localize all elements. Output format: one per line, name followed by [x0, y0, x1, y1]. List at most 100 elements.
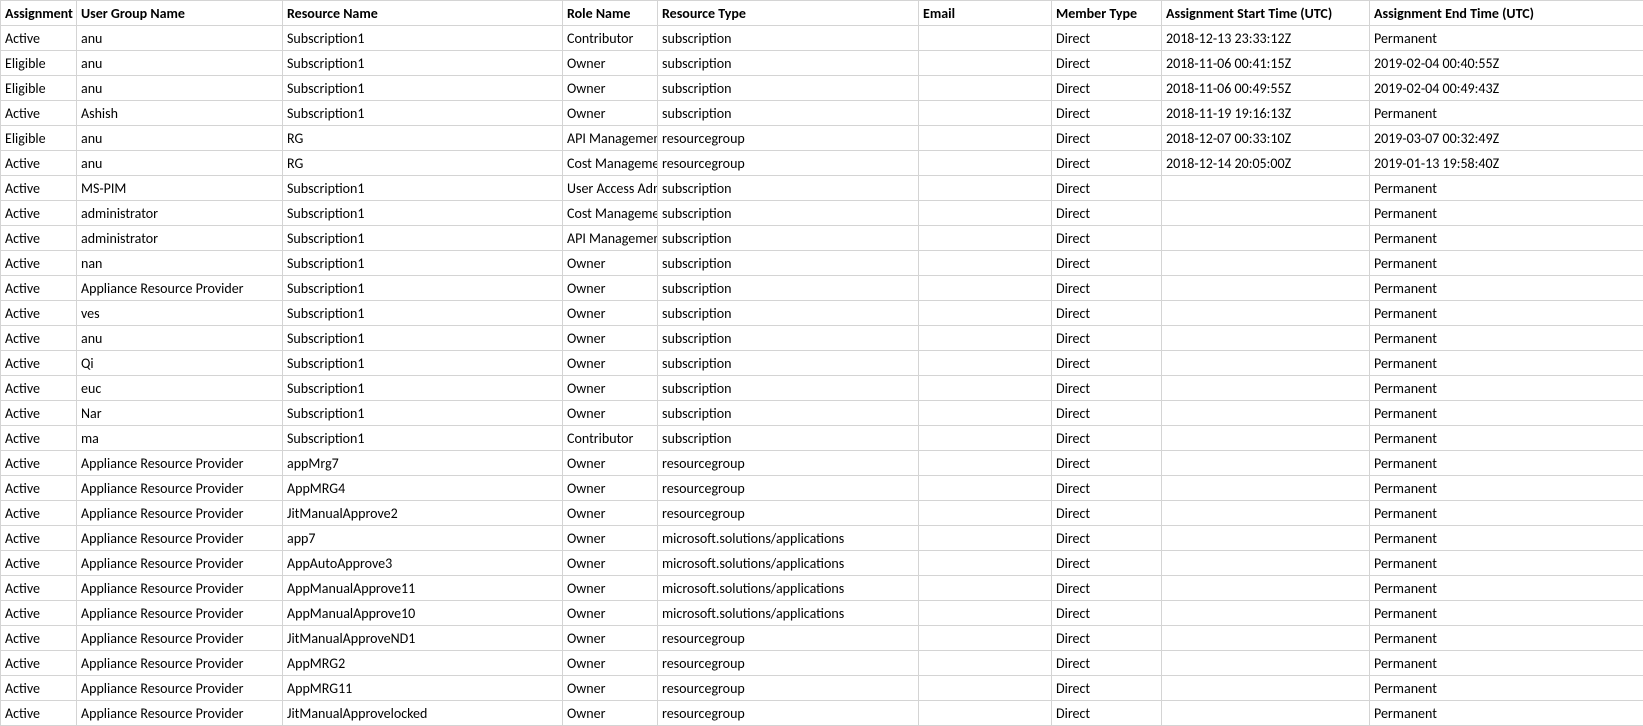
cell-resource[interactable]: Subscription1 [283, 176, 563, 201]
cell-type[interactable]: resourcegroup [658, 151, 919, 176]
cell-resource[interactable]: Subscription1 [283, 426, 563, 451]
cell-email[interactable] [919, 176, 1052, 201]
cell-email[interactable] [919, 451, 1052, 476]
cell-email[interactable] [919, 76, 1052, 101]
cell-resource[interactable]: app7 [283, 526, 563, 551]
cell-user[interactable]: Appliance Resource Provider [77, 451, 283, 476]
col-end-time[interactable]: Assignment End Time (UTC) [1370, 1, 1643, 26]
cell-end[interactable]: Permanent [1370, 326, 1643, 351]
cell-role[interactable]: Owner [563, 626, 658, 651]
cell-role[interactable]: Contributor [563, 426, 658, 451]
cell-member[interactable]: Direct [1052, 651, 1162, 676]
cell-state[interactable]: Active [1, 551, 77, 576]
cell-state[interactable]: Eligible [1, 126, 77, 151]
cell-type[interactable]: subscription [658, 351, 919, 376]
cell-end[interactable]: Permanent [1370, 101, 1643, 126]
cell-start[interactable] [1162, 226, 1370, 251]
cell-start[interactable] [1162, 451, 1370, 476]
cell-state[interactable]: Active [1, 151, 77, 176]
cell-state[interactable]: Active [1, 501, 77, 526]
cell-role[interactable]: Owner [563, 51, 658, 76]
table-row[interactable]: EligibleanuRGAPI Managementresourcegroup… [1, 126, 1643, 151]
cell-user[interactable]: Appliance Resource Provider [77, 601, 283, 626]
col-resource-type[interactable]: Resource Type [658, 1, 919, 26]
cell-member[interactable]: Direct [1052, 351, 1162, 376]
cell-user[interactable]: anu [77, 26, 283, 51]
cell-state[interactable]: Active [1, 326, 77, 351]
cell-start[interactable] [1162, 651, 1370, 676]
cell-state[interactable]: Active [1, 676, 77, 701]
table-row[interactable]: ActiveadministratorSubscription1API Mana… [1, 226, 1643, 251]
cell-state[interactable]: Active [1, 576, 77, 601]
cell-start[interactable]: 2018-11-06 00:41:15Z [1162, 51, 1370, 76]
cell-end[interactable]: Permanent [1370, 651, 1643, 676]
cell-resource[interactable]: Subscription1 [283, 201, 563, 226]
cell-state[interactable]: Active [1, 426, 77, 451]
cell-resource[interactable]: Subscription1 [283, 76, 563, 101]
cell-email[interactable] [919, 251, 1052, 276]
cell-resource[interactable]: AppMRG11 [283, 676, 563, 701]
table-row[interactable]: ActiveAppliance Resource ProviderJitManu… [1, 501, 1643, 526]
cell-start[interactable]: 2018-12-07 00:33:10Z [1162, 126, 1370, 151]
cell-type[interactable]: subscription [658, 276, 919, 301]
cell-state[interactable]: Active [1, 26, 77, 51]
table-row[interactable]: ActiveAppliance Resource ProviderSubscri… [1, 276, 1643, 301]
cell-user[interactable]: euc [77, 376, 283, 401]
cell-resource[interactable]: Subscription1 [283, 401, 563, 426]
cell-start[interactable] [1162, 301, 1370, 326]
cell-role[interactable]: Owner [563, 701, 658, 726]
cell-state[interactable]: Active [1, 601, 77, 626]
cell-email[interactable] [919, 426, 1052, 451]
cell-type[interactable]: subscription [658, 176, 919, 201]
cell-user[interactable]: anu [77, 76, 283, 101]
table-row[interactable]: ActiveQiSubscription1OwnersubscriptionDi… [1, 351, 1643, 376]
table-row[interactable]: ActiveNarSubscription1OwnersubscriptionD… [1, 401, 1643, 426]
cell-resource[interactable]: Subscription1 [283, 51, 563, 76]
cell-end[interactable]: Permanent [1370, 351, 1643, 376]
cell-type[interactable]: microsoft.solutions/applications [658, 551, 919, 576]
cell-start[interactable] [1162, 251, 1370, 276]
cell-type[interactable]: resourcegroup [658, 451, 919, 476]
cell-role[interactable]: Owner [563, 601, 658, 626]
cell-state[interactable]: Active [1, 101, 77, 126]
cell-state[interactable]: Active [1, 176, 77, 201]
cell-type[interactable]: microsoft.solutions/applications [658, 576, 919, 601]
cell-start[interactable] [1162, 426, 1370, 451]
cell-end[interactable]: Permanent [1370, 676, 1643, 701]
cell-user[interactable]: anu [77, 326, 283, 351]
cell-resource[interactable]: Subscription1 [283, 351, 563, 376]
cell-resource[interactable]: RG [283, 151, 563, 176]
table-row[interactable]: EligibleanuSubscription1Ownersubscriptio… [1, 51, 1643, 76]
cell-type[interactable]: resourcegroup [658, 701, 919, 726]
cell-state[interactable]: Active [1, 276, 77, 301]
cell-user[interactable]: Appliance Resource Provider [77, 576, 283, 601]
cell-role[interactable]: Owner [563, 476, 658, 501]
table-row[interactable]: ActiveadministratorSubscription1Cost Man… [1, 201, 1643, 226]
cell-resource[interactable]: AppManualApprove11 [283, 576, 563, 601]
cell-email[interactable] [919, 126, 1052, 151]
cell-role[interactable]: Owner [563, 276, 658, 301]
cell-start[interactable] [1162, 376, 1370, 401]
cell-end[interactable]: Permanent [1370, 501, 1643, 526]
cell-member[interactable]: Direct [1052, 176, 1162, 201]
cell-email[interactable] [919, 301, 1052, 326]
cell-end[interactable]: Permanent [1370, 426, 1643, 451]
cell-member[interactable]: Direct [1052, 51, 1162, 76]
cell-role[interactable]: Owner [563, 101, 658, 126]
cell-state[interactable]: Active [1, 226, 77, 251]
cell-member[interactable]: Direct [1052, 276, 1162, 301]
cell-state[interactable]: Active [1, 701, 77, 726]
cell-member[interactable]: Direct [1052, 451, 1162, 476]
cell-user[interactable]: Qi [77, 351, 283, 376]
cell-email[interactable] [919, 226, 1052, 251]
cell-email[interactable] [919, 701, 1052, 726]
cell-user[interactable]: Appliance Resource Provider [77, 526, 283, 551]
cell-email[interactable] [919, 626, 1052, 651]
cell-type[interactable]: resourcegroup [658, 626, 919, 651]
cell-state[interactable]: Active [1, 476, 77, 501]
cell-start[interactable]: 2018-11-19 19:16:13Z [1162, 101, 1370, 126]
cell-state[interactable]: Active [1, 201, 77, 226]
cell-end[interactable]: Permanent [1370, 251, 1643, 276]
cell-end[interactable]: 2019-01-13 19:58:40Z [1370, 151, 1643, 176]
cell-type[interactable]: subscription [658, 26, 919, 51]
